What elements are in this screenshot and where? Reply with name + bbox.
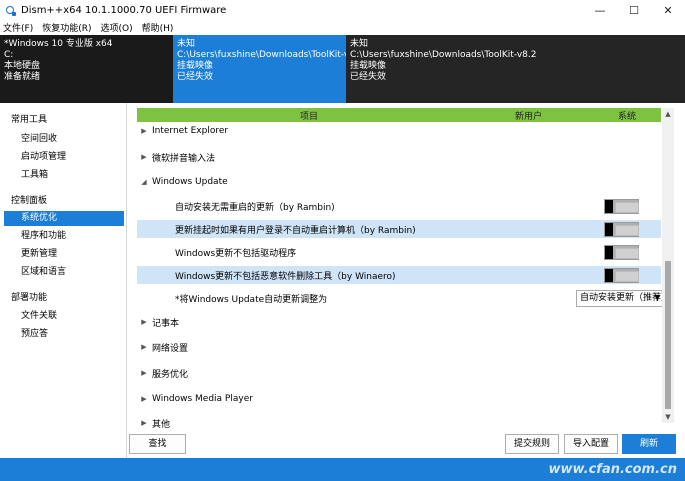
group-label: Internet Explorer — [152, 126, 229, 136]
chevron-right-icon[interactable]: ▶ — [140, 395, 148, 403]
menu-bar: 文件(F) 恢复功能(R) 选项(O) 帮助(H) — [0, 20, 685, 35]
select-value: 自动安装更新（推荐） — [580, 292, 663, 303]
list-item[interactable]: Windows更新不包括驱动程序 — [137, 243, 661, 261]
group-label: Windows Media Player — [152, 394, 253, 404]
session-line: C:\Users\fuxshine\Downloads\ToolKit-v8.2 — [350, 50, 537, 60]
system-toggle[interactable] — [604, 198, 639, 214]
table-header: 项目 新用户 系统 — [137, 108, 661, 122]
group-label: Windows Update — [152, 177, 228, 187]
list-item[interactable]: 更新挂起时如果有用户登录不自动重启计算机（by Rambin) — [137, 220, 661, 238]
list-group-row[interactable]: ▶ 其他 — [137, 414, 661, 432]
window-controls: — ☐ ✕ — [583, 0, 685, 20]
menu-help[interactable]: 帮助(H) — [142, 21, 174, 34]
scrollbar-thumb[interactable] — [665, 261, 671, 409]
sidebar-item-unattend[interactable]: 预应答 — [4, 327, 124, 342]
list-group-row[interactable]: ▶ 服务优化 — [137, 364, 661, 382]
sidebar-item-toolbox[interactable]: 工具箱 — [4, 168, 124, 183]
scroll-up-icon[interactable]: ▲ — [662, 108, 674, 120]
menu-file[interactable]: 文件(F) — [3, 21, 33, 34]
option-label: *将Windows Update自动更新调整为 — [175, 294, 328, 305]
list-group-row[interactable]: ▶ Internet Explorer — [137, 122, 661, 140]
window-title: Dism++x64 10.1.1000.70 UEFI Firmware — [21, 4, 227, 16]
sidebar-item-system-optimize[interactable]: 系统优化 — [4, 211, 124, 226]
sidebar-item-region-language[interactable]: 区域和语言 — [4, 265, 124, 280]
option-label: 更新挂起时如果有用户登录不自动重启计算机（by Rambin) — [175, 225, 416, 236]
list-group-row[interactable]: ▶ 微软拼音输入法 — [137, 148, 661, 166]
session-line: 挂载映像 — [177, 61, 214, 71]
sidebar-item-programs[interactable]: 程序和功能 — [4, 229, 124, 244]
chevron-right-icon[interactable]: ▶ — [140, 318, 148, 326]
sidebar-group-control-panel: 控制面板 — [11, 196, 48, 206]
sidebar-group-common-tools: 常用工具 — [11, 115, 48, 125]
session-line: 准备就绪 — [4, 72, 41, 82]
list-item[interactable]: *将Windows Update自动更新调整为 自动安装更新（推荐） ▼ — [137, 289, 663, 307]
session-card-image[interactable]: 未知 C:\Users\fuxshine\Downloads\ToolKit-v… — [346, 35, 685, 103]
session-line: 未知 — [177, 39, 196, 49]
menu-options[interactable]: 选项(O) — [100, 21, 132, 34]
watermark-text: www.cfan.com.cn — [548, 462, 677, 477]
chevron-down-icon: ▼ — [654, 293, 660, 302]
system-toggle[interactable] — [604, 244, 639, 260]
session-card-selected[interactable]: 未知 C:\Users\fuxshine\Downloads\ToolKit-v… — [173, 35, 346, 103]
title-bar: Dism++x64 10.1.1000.70 UEFI Firmware — ☐… — [0, 0, 685, 20]
session-line: 未知 — [350, 39, 369, 49]
sidebar-item-updates[interactable]: 更新管理 — [4, 247, 124, 262]
session-line: *Windows 10 专业版 x64 — [4, 39, 113, 49]
sidebar-item-startup[interactable]: 启动项管理 — [4, 150, 124, 165]
group-label: 网络设置 — [152, 343, 189, 354]
group-label: 其他 — [152, 419, 171, 430]
list-group-row[interactable]: ▶ Windows Media Player — [137, 390, 661, 408]
optimize-list: ▶ Internet Explorer ▶ 微软拼音输入法 ◢ Windows … — [137, 122, 663, 430]
chevron-right-icon[interactable]: ▶ — [140, 369, 148, 377]
system-toggle[interactable] — [604, 221, 639, 237]
session-line: 已经失效 — [177, 72, 214, 82]
group-label: 微软拼音输入法 — [152, 153, 216, 164]
minimize-button[interactable]: — — [583, 0, 617, 20]
session-line: C: — [4, 50, 14, 60]
session-line: 已经失效 — [350, 72, 387, 82]
maximize-button[interactable]: ☐ — [617, 0, 651, 20]
chevron-down-icon[interactable]: ◢ — [140, 178, 148, 186]
group-label: 服务优化 — [152, 369, 189, 380]
import-config-button[interactable]: 导入配置 — [564, 434, 618, 454]
sidebar-item-space-cleanup[interactable]: 空间回收 — [4, 132, 124, 147]
list-group-row-expanded[interactable]: ◢ Windows Update — [137, 173, 661, 191]
search-button[interactable]: 查找 — [129, 434, 186, 454]
list-group-row[interactable]: ▶ 网络设置 — [137, 338, 661, 356]
main-panel: 项目 新用户 系统 ▶ Internet Explorer ▶ 微软拼音输入法 … — [127, 103, 685, 458]
session-line: 本地硬盘 — [4, 61, 41, 71]
submit-rule-button[interactable]: 提交规则 — [505, 434, 559, 454]
sidebar-group-deploy: 部署功能 — [11, 293, 48, 303]
option-label: Windows更新不包括恶意软件删除工具（by Winaero) — [175, 271, 396, 282]
session-line: C:\Users\fuxshine\Downloads\ToolKit-v8.2 — [177, 50, 346, 60]
sidebar-item-file-assoc[interactable]: 文件关联 — [4, 309, 124, 324]
menu-restore[interactable]: 恢复功能(R) — [42, 21, 91, 34]
chevron-right-icon[interactable]: ▶ — [140, 419, 148, 427]
group-label: 记事本 — [152, 318, 180, 329]
refresh-button[interactable]: 刷新 — [622, 434, 676, 454]
list-item[interactable]: 自动安装无需重启的更新（by Rambin) — [137, 197, 661, 215]
app-icon — [5, 5, 16, 16]
option-label: Windows更新不包括驱动程序 — [175, 248, 297, 259]
column-header-new-user[interactable]: 新用户 — [515, 109, 542, 122]
vertical-scrollbar[interactable]: ▲ ▼ — [662, 108, 674, 423]
scroll-down-icon[interactable]: ▼ — [662, 411, 674, 423]
list-item[interactable]: Windows更新不包括恶意软件删除工具（by Winaero) — [137, 266, 661, 284]
close-button[interactable]: ✕ — [651, 0, 685, 20]
chevron-right-icon[interactable]: ▶ — [140, 153, 148, 161]
column-header-item[interactable]: 项目 — [300, 109, 318, 122]
chevron-right-icon[interactable]: ▶ — [140, 343, 148, 351]
auto-update-select[interactable]: 自动安装更新（推荐） ▼ — [576, 289, 663, 307]
status-bar: www.cfan.com.cn — [0, 458, 685, 481]
chevron-right-icon[interactable]: ▶ — [140, 127, 148, 135]
sidebar: 常用工具 空间回收 启动项管理 工具箱 控制面板 系统优化 程序和功能 更新管理… — [0, 103, 127, 458]
column-header-system[interactable]: 系统 — [618, 109, 636, 122]
option-label: 自动安装无需重启的更新（by Rambin) — [175, 202, 335, 213]
session-line: 挂载映像 — [350, 61, 387, 71]
list-group-row[interactable]: ▶ 记事本 — [137, 313, 661, 331]
session-card-current[interactable]: *Windows 10 专业版 x64 C: 本地硬盘 准备就绪 — [0, 35, 173, 103]
session-bar: *Windows 10 专业版 x64 C: 本地硬盘 准备就绪 未知 C:\U… — [0, 35, 685, 103]
system-toggle[interactable] — [604, 267, 639, 283]
